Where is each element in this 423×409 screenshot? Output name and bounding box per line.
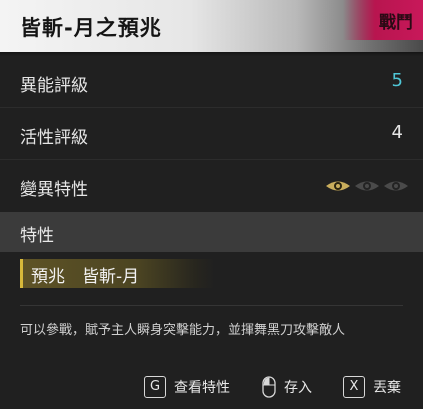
mutation-level-indicator [325,179,409,193]
ability-rating-label: 異能評級 [20,76,88,96]
discard-hint[interactable]: X 丟棄 [343,376,401,398]
traits-section-header: 特性 [0,212,423,252]
traits-section-title: 特性 [20,226,54,246]
description-divider [20,305,403,306]
store-label: 存入 [284,380,312,396]
mutation-trait-row: 變異特性 [0,160,423,212]
ability-rating-row: 異能評級 5 [0,56,423,108]
item-description: 可以參戰，賦予主人瞬身突擊能力，並揮舞黑刀攻擊敵人 [20,323,346,338]
combat-badge-label: 戰鬥 [379,13,413,33]
trait-chip-label: 預兆 皆斬-月 [31,267,140,287]
eye-icon-inactive [384,181,408,191]
store-hint[interactable]: 存入 [262,376,312,398]
item-detail-panel: 皆斬-月之預兆 戰鬥 異能評級 5 活性評級 4 變異特性 特性 預兆 皆斬-月… [0,0,423,409]
ability-rating-value: 5 [391,70,403,91]
activity-rating-label: 活性評級 [20,128,88,148]
mouse-icon [262,376,276,398]
g-key-icon: G [144,376,166,398]
activity-rating-row: 活性評級 4 [0,108,423,160]
item-title: 皆斬-月之預兆 [20,16,162,40]
activity-rating-value: 4 [391,122,403,143]
x-key-icon: X [343,376,365,398]
combat-badge: 戰鬥 [343,0,423,40]
trait-chip[interactable]: 預兆 皆斬-月 [20,259,215,288]
mutation-trait-label: 變異特性 [20,180,88,200]
eye-icon-inactive [355,181,379,191]
view-traits-label: 查看特性 [174,380,230,396]
discard-label: 丟棄 [373,380,401,396]
action-hints: G 查看特性 存入 X 丟棄 [0,370,423,404]
view-traits-hint[interactable]: G 查看特性 [144,376,230,398]
eye-icon-active [326,181,350,191]
item-header: 皆斬-月之預兆 戰鬥 [0,0,423,52]
